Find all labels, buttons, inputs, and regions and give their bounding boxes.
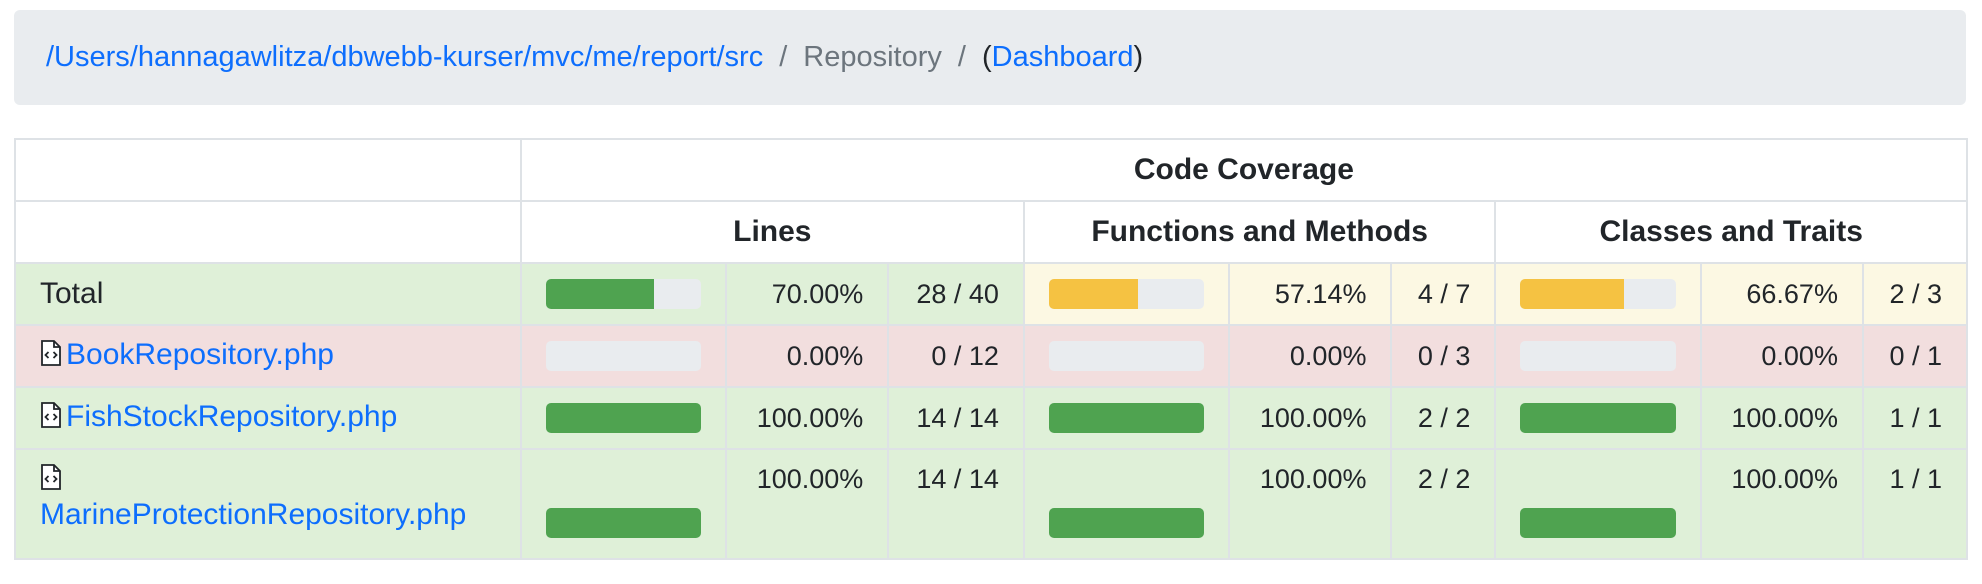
breadcrumb-path-link[interactable]: /Users/hannagawlitza/dbwebb-kurser/mvc/m… [46,41,763,74]
lines-percent: 100.00% [725,448,890,560]
lines-ratio: 28 / 40 [887,262,1025,326]
file-name-cell: MarineProtectionRepository.php [14,448,522,560]
functions-header: Functions and Methods [1022,200,1497,264]
functions-progress-bar [1048,279,1205,309]
classes-ratio: 1 / 1 [1861,386,1969,450]
lines-progress-fill [545,403,702,433]
lines-ratio: 14 / 14 [887,448,1025,560]
classes-percent: 100.00% [1699,448,1864,560]
classes-progress-bar [1520,279,1676,309]
classes-percent: 100.00% [1699,386,1864,450]
classes-bar-cell [1494,386,1702,450]
breadcrumb-separator: / [957,41,966,73]
functions-bar-cell [1022,448,1231,560]
lines-header: Lines [519,200,1025,264]
table-row-total: Total 70.00% 28 / 40 57.14% 4 / 7 66.67%… [14,262,1969,326]
lines-bar-cell [519,262,728,326]
functions-progress-bar [1048,508,1205,538]
table-row: FishStockRepository.php 100.00% 14 / 14 … [14,386,1969,450]
functions-bar-cell [1022,262,1231,326]
classes-bar-cell [1494,448,1702,560]
header-empty-cell [14,200,522,264]
lines-bar-cell [519,324,728,388]
classes-header: Classes and Traits [1494,200,1968,264]
lines-bar-cell [519,386,728,450]
classes-progress-bar [1520,403,1676,433]
lines-ratio: 0 / 12 [887,324,1025,388]
lines-progress-fill [545,279,655,309]
file-link-marine-protection-repository[interactable]: MarineProtectionRepository.php [40,498,466,531]
functions-progress-fill [1048,403,1205,433]
lines-percent: 0.00% [725,324,890,388]
functions-progress-bar [1048,403,1205,433]
breadcrumb-current: Repository [803,41,942,73]
dashboard-link[interactable]: Dashboard [992,41,1134,74]
table-header-row: Code Coverage [14,138,1969,202]
lines-progress-fill [545,508,702,538]
functions-bar-cell [1022,324,1231,388]
lines-progress-bar [545,403,702,433]
breadcrumb-open-paren: ( [981,41,992,73]
functions-percent: 0.00% [1228,324,1393,388]
functions-percent: 57.14% [1228,262,1393,326]
functions-ratio: 2 / 2 [1390,448,1497,560]
code-file-icon [40,340,62,374]
classes-progress-fill [1520,403,1676,433]
lines-percent: 100.00% [725,386,890,450]
lines-bar-cell [519,448,728,560]
code-file-icon [40,464,62,498]
header-empty-cell [14,138,522,202]
functions-ratio: 2 / 2 [1390,386,1497,450]
code-coverage-header: Code Coverage [519,138,1969,202]
functions-percent: 100.00% [1228,386,1393,450]
breadcrumb-separator: / [779,41,788,73]
functions-progress-fill [1048,279,1138,309]
functions-ratio: 0 / 3 [1390,324,1497,388]
functions-ratio: 4 / 7 [1390,262,1497,326]
classes-ratio: 1 / 1 [1861,448,1969,560]
code-file-icon [40,402,62,436]
lines-progress-bar [545,508,702,538]
classes-bar-cell [1494,324,1702,388]
classes-progress-bar [1520,508,1676,538]
file-link-fish-stock-repository[interactable]: FishStockRepository.php [66,400,397,433]
classes-ratio: 2 / 3 [1861,262,1969,326]
table-subheader-row: Lines Functions and Methods Classes and … [14,200,1968,264]
file-link-book-repository[interactable]: BookRepository.php [66,338,334,371]
table-row: BookRepository.php 0.00% 0 / 12 0.00% 0 … [14,324,1969,388]
coverage-table: Code Coverage Lines Functions and Method… [14,138,1969,560]
lines-progress-bar [545,279,702,309]
lines-ratio: 14 / 14 [887,386,1025,450]
classes-percent: 0.00% [1699,324,1864,388]
classes-ratio: 0 / 1 [1861,324,1969,388]
functions-progress-bar [1048,341,1205,371]
lines-percent: 70.00% [725,262,890,326]
breadcrumb-close-paren: ) [1133,41,1144,73]
classes-progress-fill [1520,279,1624,309]
functions-percent: 100.00% [1228,448,1393,560]
row-name-total: Total [14,262,522,326]
file-name-cell: BookRepository.php [14,324,522,388]
functions-bar-cell [1022,386,1231,450]
functions-progress-fill [1048,508,1205,538]
classes-progress-fill [1520,508,1676,538]
file-name-cell: FishStockRepository.php [14,386,522,450]
classes-bar-cell [1494,262,1702,326]
lines-progress-bar [545,341,702,371]
classes-percent: 66.67% [1699,262,1864,326]
breadcrumb: /Users/hannagawlitza/dbwebb-kurser/mvc/m… [14,10,1966,105]
table-row: MarineProtectionRepository.php 100.00% 1… [14,448,1969,560]
classes-progress-bar [1520,341,1676,371]
